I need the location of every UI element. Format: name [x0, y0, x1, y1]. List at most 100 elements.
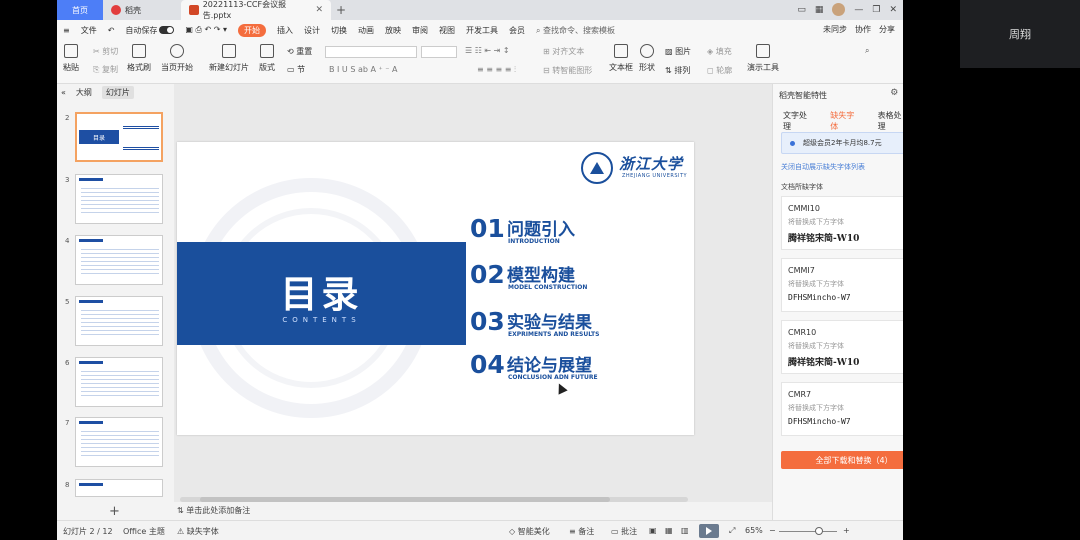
close-window-icon[interactable]: ✕ — [889, 5, 897, 15]
align-text-button[interactable]: ⊞ 对齐文本 — [543, 46, 584, 57]
menu-developer[interactable]: 开发工具 — [466, 25, 498, 36]
paragraph-align-buttons[interactable]: ≡ ≡ ≡ ≡ ⫶ — [477, 65, 516, 75]
toc-english: CONCLUSION ADN FUTURE — [508, 374, 598, 381]
list-buttons[interactable]: ☰ ☷ ⇤ ⇥ ↕ — [465, 46, 510, 55]
format-painter-button[interactable]: 格式刷 — [127, 44, 151, 73]
shape-button[interactable]: 形状 — [639, 44, 655, 73]
thumbnail-slide-2[interactable]: 2 目录 — [57, 112, 171, 166]
menu-member[interactable]: 会员 — [509, 25, 525, 36]
university-name-en: ZHEJIANG UNIVERSITY — [622, 173, 688, 179]
font-style-buttons[interactable]: B I U S ab A ⁺ ⁻ A — [329, 65, 398, 74]
menu-transition[interactable]: 切换 — [331, 25, 347, 36]
disable-autoshow-link[interactable]: 关闭自动展示缺失字体列表 — [781, 162, 865, 172]
slide-canvas[interactable]: 目录 CONTENTS 浙江大学 ZHEJIANG UNIVERSITY 01 … — [174, 84, 772, 502]
notes-toggle-label: 备注 — [578, 527, 595, 536]
missing-font-card[interactable]: CMMI7 将替换成下方字体 DFHSMincho-W7 — [781, 258, 903, 312]
share-button[interactable]: 分享 — [879, 24, 895, 35]
collapse-panel-icon[interactable]: « — [61, 88, 66, 97]
start-show-button[interactable]: 当页开始 — [161, 44, 193, 73]
command-search[interactable]: ⌕ 查找命令、搜索模板 — [536, 25, 615, 36]
title-band[interactable]: 目录 CONTENTS — [177, 242, 466, 345]
quick-tools-icon[interactable]: ▣ ⎙ ↶ ↷ ▾ — [185, 25, 227, 35]
settings-icon[interactable]: ⚙ — [890, 88, 898, 98]
menu-review[interactable]: 审阅 — [412, 25, 428, 36]
missing-font-card[interactable]: CMR7 将替换成下方字体 DFHSMincho-W7 — [781, 382, 903, 436]
thumbnail-slide-3[interactable]: 3 — [57, 174, 171, 228]
new-tab-button[interactable]: + — [331, 0, 351, 20]
fit-window-icon[interactable]: ⤢ — [729, 526, 735, 536]
missing-font-card[interactable]: CMR10 将替换成下方字体 腾祥铭宋简-W10 — [781, 320, 903, 374]
grid-icon[interactable]: ▦ — [815, 5, 824, 15]
sorter-view-icon[interactable]: ▦ — [665, 526, 673, 535]
new-slide-button[interactable]: 新建幻灯片 — [209, 44, 249, 73]
image-button[interactable]: ▨ 图片 — [665, 46, 691, 57]
thumbnail-slide-5[interactable]: 5 — [57, 296, 171, 350]
undo-icon[interactable]: ↶ — [108, 26, 115, 35]
layout-icon[interactable]: ▭ — [797, 5, 806, 15]
download-replace-all-button[interactable]: 全部下载和替换（4） — [781, 451, 903, 469]
sync-status[interactable]: 未同步 — [823, 24, 847, 35]
theme-name[interactable]: Office 主题 — [123, 526, 165, 537]
zoom-slider[interactable] — [779, 531, 837, 532]
textbox-button[interactable]: 文本框 — [609, 44, 633, 73]
missing-font-name: CMR7 — [788, 390, 812, 399]
menu-design[interactable]: 设计 — [304, 25, 320, 36]
tab-close-icon[interactable]: ✕ — [315, 5, 323, 15]
menu-slideshow[interactable]: 放映 — [385, 25, 401, 36]
font-size-select[interactable] — [421, 46, 457, 58]
horizontal-scrollbar[interactable] — [180, 497, 688, 502]
zoom-slider-knob[interactable] — [815, 527, 823, 535]
user-avatar[interactable] — [832, 3, 846, 16]
arrange-button[interactable]: ⇅ 排列 — [665, 65, 690, 76]
thumbnail-slide-6[interactable]: 6 — [57, 357, 171, 411]
notes-bar[interactable]: ⇅ 单击此处添加备注 — [174, 505, 772, 519]
menu-insert[interactable]: 插入 — [277, 25, 293, 36]
font-family-select[interactable] — [325, 46, 417, 58]
autosave-toggle[interactable]: 自动保存 — [125, 25, 175, 36]
missing-font-status[interactable]: ⚠ 缺失字体 — [177, 526, 219, 537]
zoom-in-button[interactable]: + — [843, 526, 850, 535]
missing-font-card[interactable]: CMMI10 将替换成下方字体 腾祥铭宋简-W10 — [781, 196, 903, 250]
zoom-level[interactable]: 65% — [745, 526, 763, 535]
section-button[interactable]: ▭ 节 — [287, 64, 305, 75]
tab-document[interactable]: 20221113-CCF会议报告.pptx ✕ — [181, 0, 331, 20]
layout-button[interactable]: 版式 — [259, 44, 275, 73]
menu-start[interactable]: 开始 — [237, 23, 266, 37]
paste-button[interactable]: 粘贴 — [63, 44, 79, 73]
comments-toggle[interactable]: ▭ 批注 — [611, 526, 637, 537]
collab-button[interactable]: 协作 — [855, 24, 871, 35]
video-participant-tile[interactable]: 周翔 — [960, 0, 1080, 68]
scrollbar-thumb[interactable] — [200, 497, 610, 502]
thumbnail-slide-7[interactable]: 7 — [57, 417, 171, 471]
beautify-button[interactable]: ◇ 智能美化 — [509, 526, 550, 537]
thumbnail-slide-4[interactable]: 4 — [57, 235, 171, 289]
add-slide-button[interactable]: + — [109, 504, 120, 519]
maximize-icon[interactable]: ❐ — [872, 5, 880, 15]
play-slideshow-button[interactable] — [699, 524, 719, 538]
tab-daoke[interactable]: 稻壳 — [103, 0, 181, 20]
thumbnail-body — [81, 246, 159, 276]
ribbon-search-icon[interactable]: ⌕ — [865, 46, 869, 56]
fill-button[interactable]: ◈ 填充 — [707, 46, 732, 57]
copy-button[interactable]: ⎘ 复制 — [93, 64, 118, 75]
normal-view-icon[interactable]: ▣ — [649, 526, 657, 535]
zoom-out-button[interactable]: − — [769, 526, 776, 535]
current-slide[interactable]: 目录 CONTENTS 浙江大学 ZHEJIANG UNIVERSITY 01 … — [177, 142, 694, 435]
smartart-button[interactable]: ⊟ 转智能图形 — [543, 65, 592, 76]
tab-slides[interactable]: 幻灯片 — [101, 85, 134, 99]
reset-button[interactable]: ⟲ 重置 — [287, 46, 312, 57]
promo-banner[interactable]: 超级会员2年卡月均8.7元 ✕ — [781, 132, 903, 154]
notes-toggle[interactable]: ≡ 备注 — [569, 526, 594, 537]
tab-home[interactable]: 首页 — [57, 0, 103, 20]
menu-file[interactable]: 文件 — [81, 25, 97, 36]
presenter-tools-button[interactable]: 演示工具 — [747, 44, 779, 73]
hamburger-icon[interactable]: ≡ — [63, 26, 70, 35]
menu-animation[interactable]: 动画 — [358, 25, 374, 36]
minimize-icon[interactable]: — — [854, 5, 863, 15]
cut-button[interactable]: ✂ 剪切 — [93, 46, 118, 57]
outline-button[interactable]: ◻ 轮廓 — [707, 65, 732, 76]
thumbnail-slide-8[interactable]: 8 — [57, 479, 171, 499]
tab-outline[interactable]: 大纲 — [76, 87, 92, 98]
menu-view[interactable]: 视图 — [439, 25, 455, 36]
reading-view-icon[interactable]: ▥ — [681, 526, 689, 535]
